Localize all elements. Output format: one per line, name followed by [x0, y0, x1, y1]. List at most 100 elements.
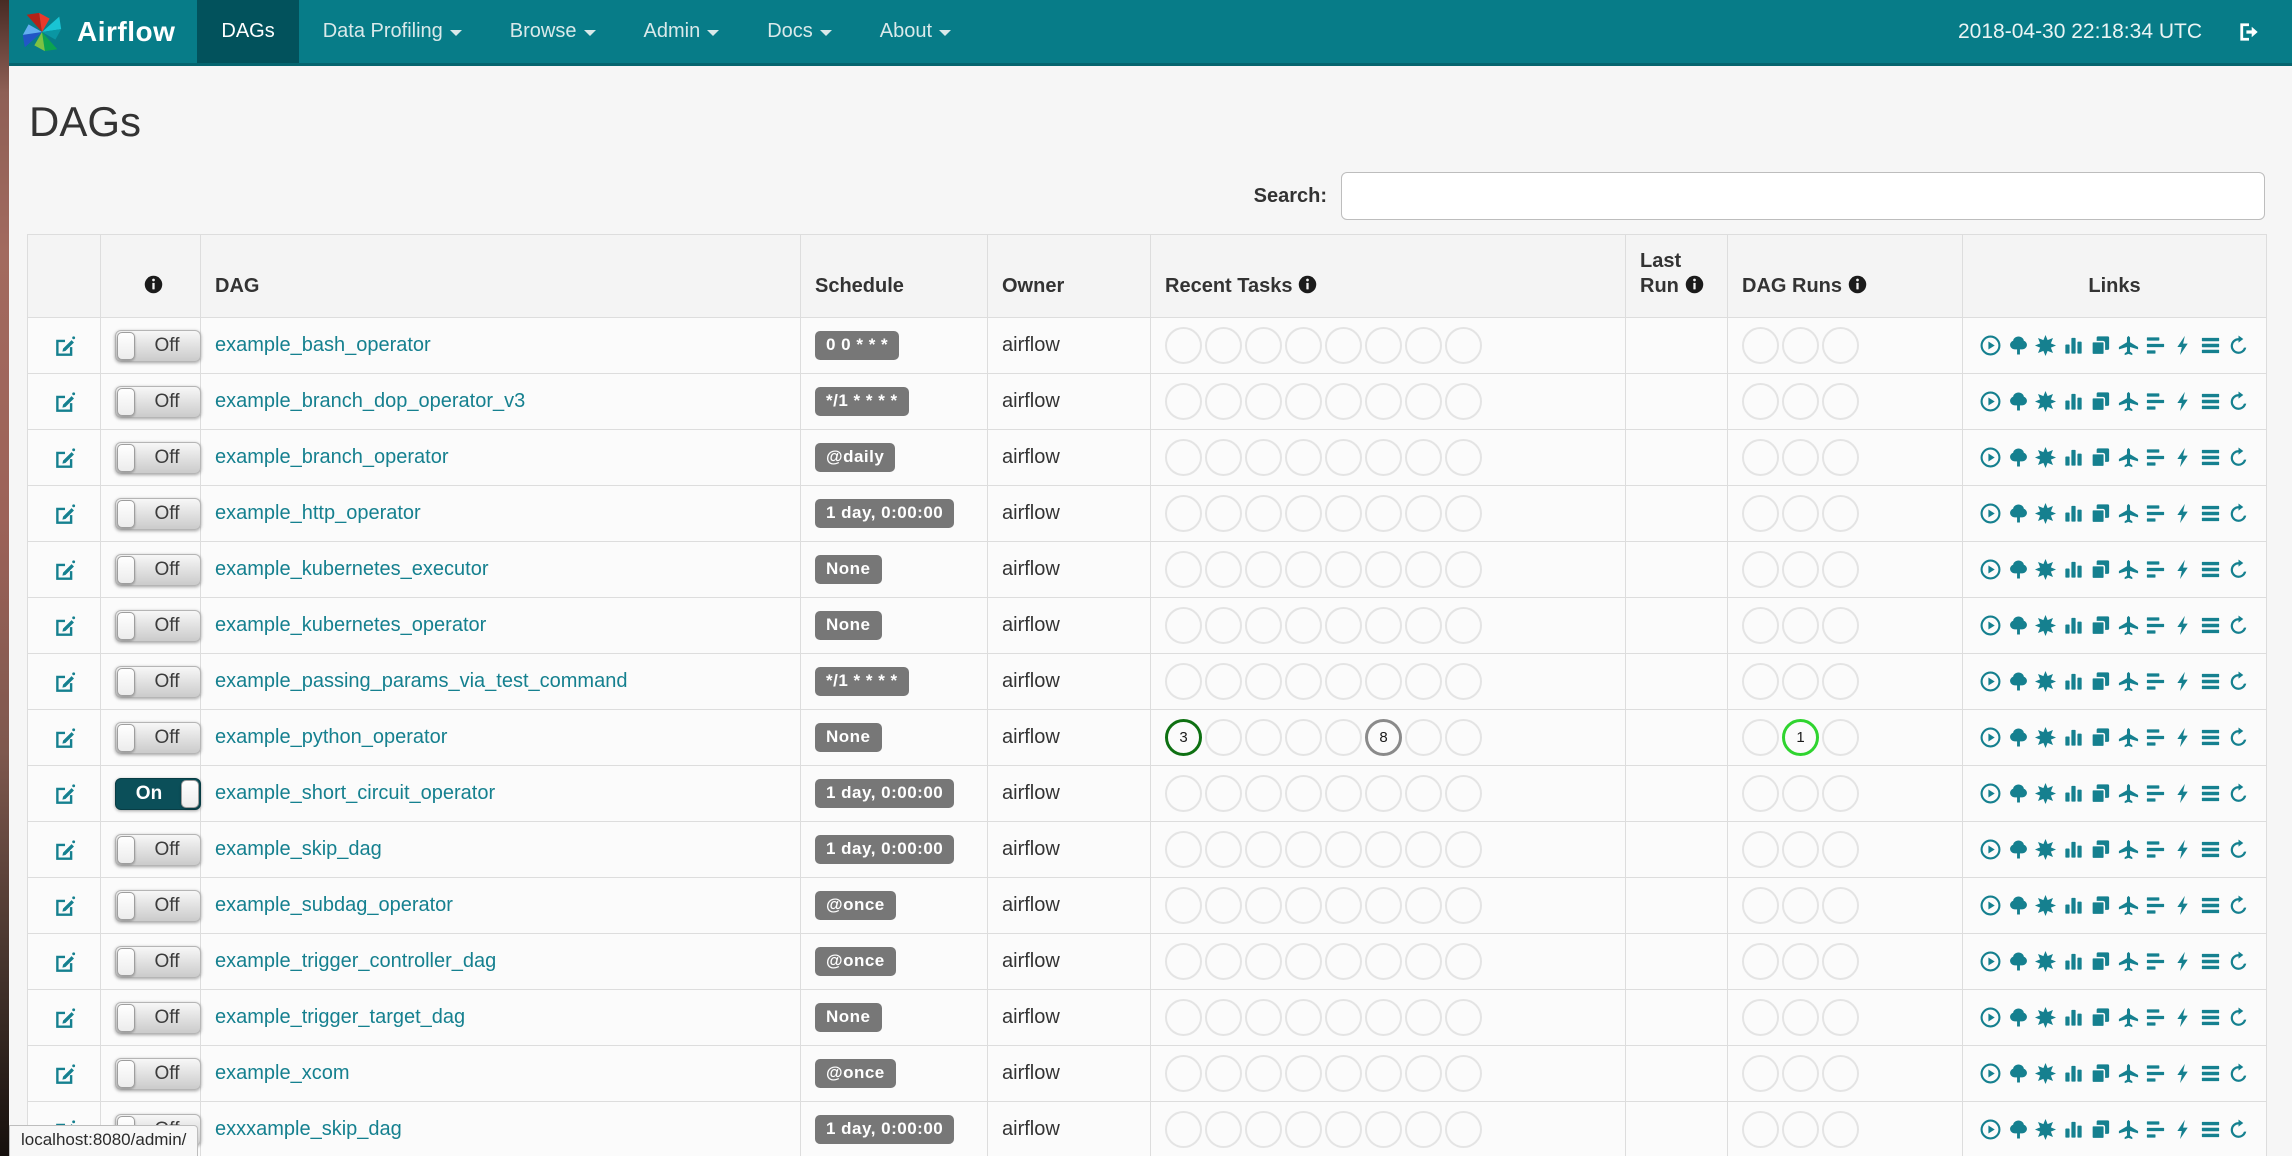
- play-circle-icon[interactable]: [1979, 502, 2002, 525]
- dag-pause-toggle[interactable]: Off: [115, 945, 201, 978]
- refresh-icon[interactable]: [2227, 334, 2250, 357]
- refresh-icon[interactable]: [2227, 390, 2250, 413]
- tree-icon[interactable]: [2007, 726, 2030, 749]
- bolt-icon[interactable]: [2172, 894, 2195, 917]
- align-justify-icon[interactable]: [2199, 670, 2222, 693]
- dag-pause-toggle[interactable]: Off: [115, 833, 201, 866]
- dag-link[interactable]: example_subdag_operator: [215, 894, 453, 916]
- bar-chart-icon[interactable]: [2062, 614, 2085, 637]
- dag-link[interactable]: example_trigger_controller_dag: [215, 950, 496, 972]
- bolt-icon[interactable]: [2172, 1006, 2195, 1029]
- nav-item-dags[interactable]: DAGs: [197, 0, 299, 63]
- play-circle-icon[interactable]: [1979, 558, 2002, 581]
- refresh-icon[interactable]: [2227, 446, 2250, 469]
- bolt-icon[interactable]: [2172, 838, 2195, 861]
- graph-burst-icon[interactable]: [2034, 838, 2057, 861]
- search-input[interactable]: [1341, 172, 2265, 220]
- gantt-bars-icon[interactable]: [2144, 670, 2167, 693]
- nav-item-docs[interactable]: Docs: [743, 0, 856, 63]
- bolt-icon[interactable]: [2172, 1062, 2195, 1085]
- gantt-bars-icon[interactable]: [2144, 726, 2167, 749]
- copy-docs-icon[interactable]: [2089, 950, 2112, 973]
- bolt-icon[interactable]: [2172, 1118, 2195, 1141]
- play-circle-icon[interactable]: [1979, 614, 2002, 637]
- bar-chart-icon[interactable]: [2062, 390, 2085, 413]
- dag-pause-toggle[interactable]: Off: [115, 441, 201, 474]
- refresh-icon[interactable]: [2227, 838, 2250, 861]
- dag-pause-toggle[interactable]: Off: [115, 721, 201, 754]
- edit-dag-icon[interactable]: [52, 333, 77, 358]
- bar-chart-icon[interactable]: [2062, 502, 2085, 525]
- edit-dag-icon[interactable]: [52, 557, 77, 582]
- plane-icon[interactable]: [2117, 446, 2140, 469]
- graph-burst-icon[interactable]: [2034, 390, 2057, 413]
- align-justify-icon[interactable]: [2199, 894, 2222, 917]
- copy-docs-icon[interactable]: [2089, 334, 2112, 357]
- edit-dag-icon[interactable]: [52, 1005, 77, 1030]
- plane-icon[interactable]: [2117, 838, 2140, 861]
- bolt-icon[interactable]: [2172, 614, 2195, 637]
- refresh-icon[interactable]: [2227, 614, 2250, 637]
- tree-icon[interactable]: [2007, 502, 2030, 525]
- task-status-circle[interactable]: 3: [1165, 719, 1202, 756]
- tree-icon[interactable]: [2007, 614, 2030, 637]
- gantt-bars-icon[interactable]: [2144, 1006, 2167, 1029]
- dag-link[interactable]: example_bash_operator: [215, 334, 431, 356]
- dag-link[interactable]: example_python_operator: [215, 726, 447, 748]
- copy-docs-icon[interactable]: [2089, 502, 2112, 525]
- refresh-icon[interactable]: [2227, 502, 2250, 525]
- gantt-bars-icon[interactable]: [2144, 838, 2167, 861]
- dag-pause-toggle[interactable]: Off: [115, 609, 201, 642]
- copy-docs-icon[interactable]: [2089, 838, 2112, 861]
- bolt-icon[interactable]: [2172, 502, 2195, 525]
- gantt-bars-icon[interactable]: [2144, 782, 2167, 805]
- refresh-icon[interactable]: [2227, 894, 2250, 917]
- edit-dag-icon[interactable]: [52, 781, 77, 806]
- align-justify-icon[interactable]: [2199, 614, 2222, 637]
- bar-chart-icon[interactable]: [2062, 950, 2085, 973]
- gantt-bars-icon[interactable]: [2144, 446, 2167, 469]
- graph-burst-icon[interactable]: [2034, 782, 2057, 805]
- align-justify-icon[interactable]: [2199, 838, 2222, 861]
- align-justify-icon[interactable]: [2199, 558, 2222, 581]
- bolt-icon[interactable]: [2172, 446, 2195, 469]
- graph-burst-icon[interactable]: [2034, 558, 2057, 581]
- tree-icon[interactable]: [2007, 894, 2030, 917]
- plane-icon[interactable]: [2117, 334, 2140, 357]
- dag-link[interactable]: exxxample_skip_dag: [215, 1118, 402, 1140]
- refresh-icon[interactable]: [2227, 1062, 2250, 1085]
- align-justify-icon[interactable]: [2199, 782, 2222, 805]
- graph-burst-icon[interactable]: [2034, 1062, 2057, 1085]
- graph-burst-icon[interactable]: [2034, 894, 2057, 917]
- copy-docs-icon[interactable]: [2089, 894, 2112, 917]
- plane-icon[interactable]: [2117, 502, 2140, 525]
- align-justify-icon[interactable]: [2199, 1006, 2222, 1029]
- dag-link[interactable]: example_kubernetes_executor: [215, 558, 489, 580]
- dag-link[interactable]: example_skip_dag: [215, 838, 382, 860]
- dag-pause-toggle[interactable]: Off: [115, 1057, 201, 1090]
- gantt-bars-icon[interactable]: [2144, 614, 2167, 637]
- graph-burst-icon[interactable]: [2034, 950, 2057, 973]
- plane-icon[interactable]: [2117, 558, 2140, 581]
- refresh-icon[interactable]: [2227, 782, 2250, 805]
- edit-dag-icon[interactable]: [52, 893, 77, 918]
- dag-link[interactable]: example_trigger_target_dag: [215, 1006, 465, 1028]
- tree-icon[interactable]: [2007, 558, 2030, 581]
- play-circle-icon[interactable]: [1979, 894, 2002, 917]
- play-circle-icon[interactable]: [1979, 782, 2002, 805]
- gantt-bars-icon[interactable]: [2144, 894, 2167, 917]
- copy-docs-icon[interactable]: [2089, 726, 2112, 749]
- bar-chart-icon[interactable]: [2062, 446, 2085, 469]
- plane-icon[interactable]: [2117, 390, 2140, 413]
- gantt-bars-icon[interactable]: [2144, 558, 2167, 581]
- bolt-icon[interactable]: [2172, 670, 2195, 693]
- bolt-icon[interactable]: [2172, 782, 2195, 805]
- bar-chart-icon[interactable]: [2062, 1118, 2085, 1141]
- tree-icon[interactable]: [2007, 446, 2030, 469]
- copy-docs-icon[interactable]: [2089, 1118, 2112, 1141]
- dag-pause-toggle[interactable]: Off: [115, 1001, 201, 1034]
- play-circle-icon[interactable]: [1979, 390, 2002, 413]
- edit-dag-icon[interactable]: [52, 613, 77, 638]
- align-justify-icon[interactable]: [2199, 950, 2222, 973]
- edit-dag-icon[interactable]: [52, 1061, 77, 1086]
